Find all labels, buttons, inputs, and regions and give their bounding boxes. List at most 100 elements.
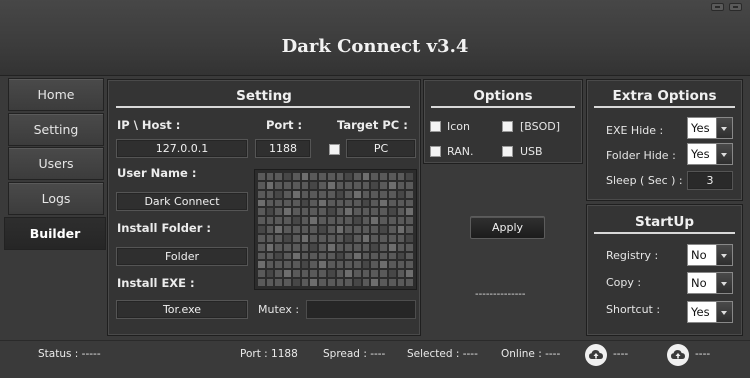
grid-cell: [397, 190, 405, 198]
sidebar-item-users[interactable]: Users: [8, 147, 104, 180]
mutex-label: Mutex :: [258, 303, 300, 316]
bsod-option-label: [BSOD]: [520, 120, 561, 133]
grid-cell: [258, 252, 265, 260]
extra-options-divider: [594, 106, 735, 108]
grid-cell: [336, 234, 344, 242]
grid-cell: [310, 226, 318, 233]
grid-cell: [310, 261, 318, 269]
grid-cell: [336, 190, 344, 198]
sidebar-item-builder[interactable]: Builder: [4, 217, 106, 250]
grid-cell: [284, 190, 291, 198]
grid-cell: [310, 270, 318, 278]
grid-cell: [292, 279, 300, 286]
grid-cell: [292, 217, 300, 225]
bsod-checkbox[interactable]: [502, 121, 513, 132]
grid-cell: [388, 279, 396, 286]
grid-cell: [388, 199, 396, 207]
user-name-field[interactable]: Dark Connect: [116, 192, 248, 211]
usb-checkbox[interactable]: [502, 146, 513, 157]
grid-cell: [327, 279, 335, 286]
sleep-field[interactable]: 3: [687, 171, 733, 190]
port-field[interactable]: 1188: [255, 139, 311, 158]
grid-cell: [345, 190, 352, 198]
grid-cell: [380, 270, 387, 278]
grid-cell: [336, 279, 344, 286]
grid-cell: [388, 190, 396, 198]
grid-cell: [319, 234, 326, 242]
grid-cell: [388, 270, 396, 278]
folder-hide-value: Yes: [691, 147, 710, 161]
grid-cell: [380, 279, 387, 286]
apply-button[interactable]: Apply: [470, 216, 545, 239]
copy-value: No: [691, 276, 707, 290]
chevron-down-icon: [716, 273, 732, 293]
grid-cell: [275, 208, 283, 216]
icon-checkbox[interactable]: [430, 121, 441, 132]
grid-cell: [327, 270, 335, 278]
grid-cell: [397, 234, 405, 242]
grid-cell: [310, 208, 318, 216]
grid-cell: [336, 252, 344, 260]
grid-cell: [258, 190, 265, 198]
grid-cell: [388, 173, 396, 180]
grid-cell: [345, 181, 352, 189]
grid-cell: [353, 217, 361, 225]
grid-cell: [266, 261, 274, 269]
close-button[interactable]: [729, 3, 742, 11]
user-name-label: User Name :: [117, 166, 197, 180]
grid-cell: [362, 181, 370, 189]
grid-cell: [301, 208, 309, 216]
install-folder-field[interactable]: Folder: [116, 247, 248, 266]
grid-cell: [319, 261, 326, 269]
grid-cell: [353, 270, 361, 278]
target-pc-field[interactable]: PC: [346, 139, 416, 158]
copy-select[interactable]: No: [687, 272, 733, 294]
grid-cell: [327, 252, 335, 260]
grid-cell: [327, 199, 335, 207]
grid-cell: [327, 208, 335, 216]
grid-cell: [284, 234, 291, 242]
sidebar-item-setting[interactable]: Setting: [8, 113, 104, 146]
grid-cell: [319, 181, 326, 189]
install-exe-field[interactable]: Tor.exe: [116, 300, 248, 319]
folder-hide-select[interactable]: Yes: [687, 143, 733, 165]
icon-grid[interactable]: [254, 169, 417, 290]
grid-cell: [275, 226, 283, 233]
exe-hide-label: EXE Hide :: [606, 124, 664, 137]
target-pc-checkbox[interactable]: [329, 144, 340, 155]
grid-cell: [397, 261, 405, 269]
ran-checkbox[interactable]: [430, 146, 441, 157]
grid-cell: [258, 279, 265, 286]
grid-cell: [319, 199, 326, 207]
grid-cell: [266, 217, 274, 225]
grid-cell: [275, 279, 283, 286]
download-status-text: ----: [695, 348, 711, 360]
grid-cell: [406, 199, 413, 207]
grid-cell: [327, 181, 335, 189]
grid-cell: [275, 252, 283, 260]
grid-cell: [406, 243, 413, 251]
sidebar-item-logs[interactable]: Logs: [8, 182, 104, 215]
grid-cell: [284, 261, 291, 269]
grid-cell: [362, 217, 370, 225]
grid-cell: [275, 217, 283, 225]
grid-cell: [380, 173, 387, 180]
cloud-upload-icon: [585, 344, 607, 366]
registry-select[interactable]: No: [687, 244, 733, 266]
ip-host-field[interactable]: 127.0.0.1: [116, 139, 248, 158]
exe-hide-select[interactable]: Yes: [687, 117, 733, 139]
grid-cell: [336, 261, 344, 269]
grid-cell: [310, 190, 318, 198]
mutex-field[interactable]: [306, 300, 416, 319]
grid-cell: [284, 243, 291, 251]
sidebar-item-home[interactable]: Home: [8, 78, 104, 111]
grid-cell: [406, 181, 413, 189]
grid-cell: [275, 190, 283, 198]
minimize-button[interactable]: [711, 3, 724, 11]
grid-cell: [345, 208, 352, 216]
chevron-down-icon: [716, 118, 732, 138]
shortcut-select[interactable]: Yes: [687, 301, 733, 323]
grid-cell: [266, 252, 274, 260]
grid-cell: [397, 270, 405, 278]
grid-cell: [266, 173, 274, 180]
